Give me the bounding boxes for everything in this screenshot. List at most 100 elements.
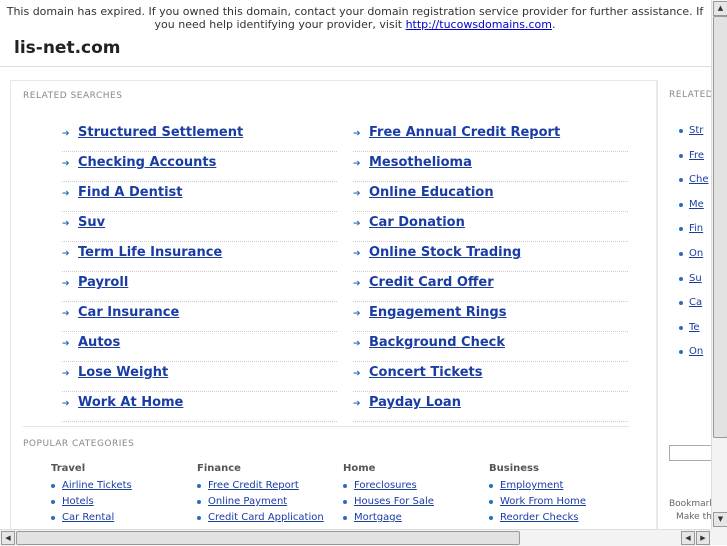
popular-categories-title: POPULAR CATEGORIES [23, 439, 135, 449]
category-link-reorder-checks[interactable]: Reorder Checks [500, 512, 578, 523]
category-heading: Finance [197, 463, 241, 474]
category-link-hotels[interactable]: Hotels [62, 496, 94, 507]
side-related-link[interactable]: Fre [689, 150, 704, 161]
related-link-free-annual-credit-report[interactable]: Free Annual Credit Report [369, 125, 560, 140]
category-finance: Finance Free Credit Report Online Payment C… [197, 463, 337, 526]
related-right-column: ➔ Free Annual Credit Report ➔ Mesothelioma ➔… [353, 123, 628, 423]
right-arrow-icon: ➔ [62, 159, 70, 169]
related-link-car-donation[interactable]: Car Donation [369, 215, 465, 230]
horizontal-scroll-thumb[interactable] [16, 531, 520, 545]
list-item: Me [678, 198, 708, 223]
related-link-find-a-dentist[interactable]: Find A Dentist [78, 185, 183, 200]
scroll-corner [711, 529, 727, 545]
vertical-scrollbar[interactable]: ▲ ▼ [711, 0, 727, 529]
right-arrow-icon: ➔ [62, 309, 70, 319]
related-search-item: ➔ Concert Tickets [353, 363, 628, 392]
list-item: Car Rental [51, 510, 191, 526]
right-arrow-icon: ➔ [62, 279, 70, 289]
right-arrow-icon: ➔ [62, 189, 70, 199]
related-link-car-insurance[interactable]: Car Insurance [78, 305, 179, 320]
related-left-column: ➔ Structured Settlement ➔ Checking Accounts… [62, 123, 337, 423]
category-link-airline-tickets[interactable]: Airline Tickets [62, 480, 132, 491]
tucows-link[interactable]: http://tucowsdomains.com [406, 18, 552, 31]
vertical-scroll-thumb[interactable] [713, 16, 727, 438]
side-related-link[interactable]: Str [689, 125, 703, 136]
category-link-online-payment[interactable]: Online Payment [208, 496, 287, 507]
list-item: Mortgage [343, 510, 483, 526]
category-link-mortgage[interactable]: Mortgage [354, 512, 402, 523]
related-link-lose-weight[interactable]: Lose Weight [78, 365, 168, 380]
related-link-work-at-home[interactable]: Work At Home [78, 395, 183, 410]
horizontal-scrollbar[interactable]: ◀ ◀ ▶ [0, 529, 711, 546]
make-homepage-label[interactable]: Make thi [669, 511, 713, 524]
side-related-list: Str Fre Che Me Fin On Su Ca Te On [678, 124, 708, 370]
expired-notice-end: . [551, 18, 556, 31]
related-link-mesothelioma[interactable]: Mesothelioma [369, 155, 472, 170]
category-home: Home Foreclosures Houses For Sale Mortgage [343, 463, 483, 526]
related-link-structured-settlement[interactable]: Structured Settlement [78, 125, 243, 140]
side-related-link[interactable]: On [689, 346, 703, 357]
category-business: Business Employment Work From Home Reorder … [489, 463, 629, 526]
scroll-right-icon[interactable]: ▶ [696, 531, 710, 545]
scroll-left-icon[interactable]: ◀ [1, 531, 15, 545]
category-link-employment[interactable]: Employment [500, 480, 563, 491]
scroll-left-icon[interactable]: ◀ [681, 531, 695, 545]
category-heading: Travel [51, 463, 86, 474]
scroll-up-icon[interactable]: ▲ [713, 1, 727, 16]
list-item: Te [678, 321, 708, 346]
related-link-checking-accounts[interactable]: Checking Accounts [78, 155, 216, 170]
related-search-item: ➔ Payday Loan [353, 393, 628, 422]
related-link-online-education[interactable]: Online Education [369, 185, 494, 200]
list-item: On [678, 345, 708, 370]
related-link-background-check[interactable]: Background Check [369, 335, 505, 350]
side-related-link[interactable]: Fin [689, 223, 703, 234]
list-item: Su [678, 272, 708, 297]
right-arrow-icon: ➔ [353, 189, 361, 199]
category-link-car-rental[interactable]: Car Rental [62, 512, 114, 523]
main-panel: RELATED SEARCHES ➔ Structured Settlement ➔… [10, 80, 658, 541]
related-link-autos[interactable]: Autos [78, 335, 120, 350]
side-related-link[interactable]: Ca [689, 297, 702, 308]
right-arrow-icon: ➔ [353, 129, 361, 139]
related-link-payroll[interactable]: Payroll [78, 275, 128, 290]
side-related-link[interactable]: Me [689, 199, 704, 210]
list-item: Ca [678, 296, 708, 321]
side-related-link[interactable]: Su [689, 273, 702, 284]
category-link-free-credit-report[interactable]: Free Credit Report [208, 480, 299, 491]
related-link-concert-tickets[interactable]: Concert Tickets [369, 365, 483, 380]
related-link-suv[interactable]: Suv [78, 215, 105, 230]
related-searches-title: RELATED SEARCHES [23, 91, 123, 101]
related-search-item: ➔ Suv [62, 213, 337, 242]
search-input[interactable] [669, 445, 713, 461]
category-link-houses-for-sale[interactable]: Houses For Sale [354, 496, 434, 507]
related-search-item: ➔ Mesothelioma [353, 153, 628, 182]
category-heading: Business [489, 463, 539, 474]
right-arrow-icon: ➔ [353, 279, 361, 289]
list-item: Free Credit Report [197, 478, 337, 494]
side-related-link[interactable]: On [689, 248, 703, 259]
related-link-engagement-rings[interactable]: Engagement Rings [369, 305, 506, 320]
related-link-credit-card-offer[interactable]: Credit Card Offer [369, 275, 494, 290]
list-item: Employment [489, 478, 629, 494]
list-item: Houses For Sale [343, 494, 483, 510]
related-search-item: ➔ Car Donation [353, 213, 628, 242]
list-item: Online Payment [197, 494, 337, 510]
right-arrow-icon: ➔ [353, 159, 361, 169]
related-link-online-stock-trading[interactable]: Online Stock Trading [369, 245, 521, 260]
related-link-term-life-insurance[interactable]: Term Life Insurance [78, 245, 222, 260]
side-related-link[interactable]: Te [689, 322, 700, 333]
right-arrow-icon: ➔ [62, 129, 70, 139]
list-item: Hotels [51, 494, 191, 510]
category-link-foreclosures[interactable]: Foreclosures [354, 480, 417, 491]
category-link-credit-card-application[interactable]: Credit Card Application [208, 512, 324, 523]
related-search-item: ➔ Find A Dentist [62, 183, 337, 212]
list-item: Foreclosures [343, 478, 483, 494]
related-search-item: ➔ Work At Home [62, 393, 337, 422]
list-item: On [678, 247, 708, 272]
side-related-link[interactable]: Che [689, 174, 708, 185]
category-link-work-from-home[interactable]: Work From Home [500, 496, 586, 507]
related-link-payday-loan[interactable]: Payday Loan [369, 395, 461, 410]
scroll-down-icon[interactable]: ▼ [713, 512, 727, 527]
bookmark-label[interactable]: Bookmark [669, 498, 713, 511]
expired-notice-text: This domain has expired. If you owned th… [6, 5, 704, 31]
